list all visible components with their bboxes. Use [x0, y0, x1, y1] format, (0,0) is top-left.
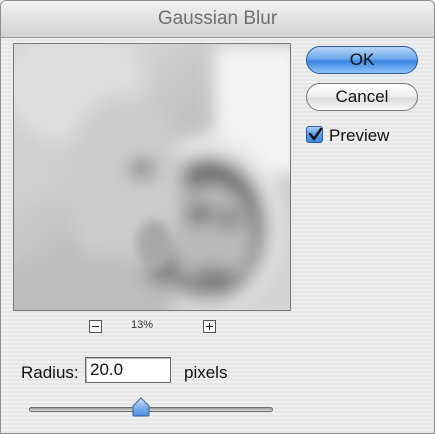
zoom-in-button[interactable] — [203, 320, 216, 333]
radius-label: Radius: — [21, 363, 79, 382]
gaussian-blur-dialog: Gaussian Blur 13% OK Cancel Preview Radi… — [0, 0, 435, 434]
slider-thumb-icon — [132, 397, 150, 417]
zoom-out-button[interactable] — [89, 320, 102, 333]
preview-image[interactable] — [13, 43, 291, 311]
radius-input[interactable] — [85, 357, 171, 383]
dialog-title: Gaussian Blur — [157, 8, 278, 29]
checkbox-box[interactable] — [306, 126, 323, 143]
ok-button[interactable]: OK — [306, 46, 418, 74]
radius-slider-thumb[interactable] — [132, 397, 150, 417]
checkmark-icon — [308, 127, 323, 141]
preview-label: Preview — [329, 126, 390, 145]
cancel-button[interactable]: Cancel — [306, 83, 418, 111]
radius-units-label: pixels — [184, 363, 228, 382]
title-bar[interactable]: Gaussian Blur — [1, 1, 434, 38]
blurred-photo — [14, 44, 290, 310]
radius-slider-track[interactable] — [29, 407, 273, 412]
zoom-level: 13% — [131, 319, 154, 331]
